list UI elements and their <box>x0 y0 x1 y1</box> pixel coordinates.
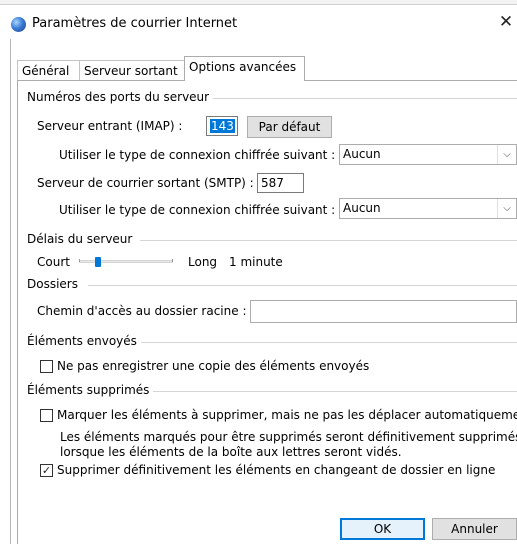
group-rule <box>88 285 517 286</box>
sent-group-title: Éléments envoyés <box>27 334 141 348</box>
group-rule <box>140 240 517 241</box>
timeout-slider-track[interactable] <box>79 260 173 263</box>
window-title: Paramètres de courrier Internet <box>32 16 238 31</box>
app-globe-icon <box>11 17 26 32</box>
encryption-select-outgoing-value: Aucun <box>343 201 381 215</box>
incoming-port-label: Serveur entrant (IMAP) : <box>37 119 183 133</box>
close-icon[interactable]: ✕ <box>495 11 517 33</box>
check-icon: ✓ <box>41 464 52 477</box>
ok-button[interactable]: OK <box>340 518 425 540</box>
timeout-slider-thumb[interactable] <box>94 257 101 267</box>
dont-save-sent-label[interactable]: Ne pas enregistrer une copie des élément… <box>57 359 369 373</box>
encryption-label-outgoing: Utiliser le type de connexion chiffrée s… <box>59 203 336 217</box>
purge-on-switch-checkbox[interactable]: ✓ <box>40 464 53 477</box>
deleted-note-line-1: Les éléments marqués pour être supprimés… <box>60 430 517 444</box>
group-rule <box>138 342 517 343</box>
slider-tick <box>79 259 80 262</box>
cancel-button[interactable]: Annuler <box>432 518 517 540</box>
outgoing-port-input[interactable]: 587 <box>257 173 304 193</box>
timeout-long-label: Long <box>188 255 218 269</box>
deleted-note-line-2: lorsque les éléments de la boîte aux let… <box>60 445 402 459</box>
chevron-down-icon: ⌵ <box>497 145 516 164</box>
tab-outgoing-server[interactable]: Serveur sortant <box>79 60 185 80</box>
default-ports-button[interactable]: Par défaut <box>247 116 332 138</box>
folders-group-title: Dossiers <box>27 277 82 291</box>
group-rule <box>150 391 517 392</box>
timeout-short-label: Court <box>37 255 70 269</box>
root-folder-label: Chemin d'accès au dossier racine : <box>37 304 247 318</box>
mark-deleted-checkbox[interactable] <box>40 409 53 422</box>
outgoing-port-label: Serveur de courrier sortant (SMTP) : <box>37 176 254 190</box>
dont-save-sent-checkbox[interactable] <box>40 360 53 373</box>
window-left-border <box>10 39 11 544</box>
incoming-port-input[interactable]: 143 <box>206 116 238 136</box>
encryption-select-incoming[interactable]: Aucun ⌵ <box>339 144 517 165</box>
timeout-group-title: Délais du serveur <box>27 232 137 246</box>
slider-tick <box>172 259 173 262</box>
incoming-port-value: 143 <box>210 119 235 133</box>
chevron-down-icon: ⌵ <box>497 199 516 218</box>
group-rule <box>200 98 517 99</box>
purge-on-switch-label[interactable]: Supprimer définitivement les éléments en… <box>57 463 495 477</box>
encryption-select-incoming-value: Aucun <box>343 147 381 161</box>
tab-advanced-options[interactable]: Options avancées <box>184 56 305 81</box>
root-folder-input[interactable] <box>250 300 517 323</box>
timeout-value: 1 minute <box>229 255 283 269</box>
deleted-group-title: Éléments supprimés <box>27 383 154 397</box>
mark-deleted-label[interactable]: Marquer les éléments à supprimer, mais n… <box>57 408 517 422</box>
encryption-select-outgoing[interactable]: Aucun ⌵ <box>339 198 517 219</box>
encryption-label-incoming: Utiliser le type de connexion chiffrée s… <box>59 148 336 162</box>
ports-group-title: Numéros des ports du serveur <box>27 90 214 104</box>
tab-general[interactable]: Général <box>17 60 80 80</box>
